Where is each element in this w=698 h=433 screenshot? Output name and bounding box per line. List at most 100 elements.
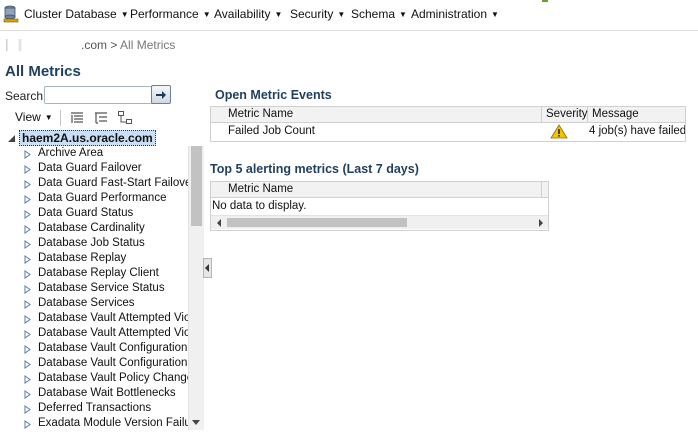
tree-item[interactable]: Database Vault Policy Changes	[3, 371, 188, 386]
table-horizontal-scrollbar[interactable]	[211, 215, 548, 229]
tree-item-label: Deferred Transactions	[38, 402, 152, 414]
tree-item[interactable]: Database Vault Configuration	[3, 356, 188, 371]
menu-schema[interactable]: Schema ▼	[351, 7, 407, 21]
caret-down-icon: ▼	[337, 10, 346, 19]
tree-item[interactable]: Database Replay Client	[3, 266, 188, 281]
tree-item[interactable]: Database Vault Attempted Vio	[3, 311, 188, 326]
collapsed-twisty-icon[interactable]	[24, 300, 31, 309]
collapsed-twisty-icon[interactable]	[24, 165, 31, 174]
collapsed-twisty-icon[interactable]	[24, 150, 31, 159]
tree-item[interactable]: Database Replay	[3, 251, 188, 266]
col-metric-name[interactable]: Metric Name	[224, 182, 542, 197]
hierarchy-icon[interactable]	[117, 110, 133, 126]
col-message[interactable]: Message	[588, 107, 685, 122]
tree-item-label: Exadata Module Version Failur	[38, 417, 188, 429]
breadcrumb-separator: >	[110, 38, 118, 52]
collapsed-twisty-icon[interactable]	[24, 240, 31, 249]
tree-item-label: Data Guard Performance	[38, 192, 167, 204]
tree-item-label: Data Guard Failover	[38, 162, 142, 174]
tree-item[interactable]: Archive Area	[3, 146, 188, 161]
scrollbar-thumb[interactable]	[191, 146, 202, 226]
expanded-twisty-icon[interactable]	[7, 134, 16, 143]
expand-all-icon[interactable]	[69, 110, 85, 126]
tree-item-label: Data Guard Fast-Start Failover	[38, 177, 188, 189]
breadcrumb-host-link[interactable]: .com	[81, 38, 107, 52]
collapsed-twisty-icon[interactable]	[24, 345, 31, 354]
tree-items: Archive Area Data Guard Failover Data Guar…	[3, 146, 188, 430]
menu-performance[interactable]: Performance ▼	[130, 7, 211, 21]
scroll-right-arrow-icon[interactable]	[539, 219, 543, 227]
caret-down-icon: ▼	[120, 10, 129, 19]
tree-item[interactable]: Database Cardinality	[3, 221, 188, 236]
tree-item[interactable]: Database Wait Bottlenecks	[3, 386, 188, 401]
arrow-right-icon	[156, 90, 166, 99]
collapsed-twisty-icon[interactable]	[24, 210, 31, 219]
tree-vertical-scrollbar[interactable]	[188, 146, 204, 430]
empty-table-message: No data to display.	[212, 200, 307, 212]
collapsed-twisty-icon[interactable]	[24, 270, 31, 279]
menu-cluster-database[interactable]: Cluster Database ▼	[24, 7, 129, 21]
tree-item[interactable]: Deferred Transactions	[3, 401, 188, 416]
redacted-host-name[interactable]	[3, 39, 81, 51]
tree-item[interactable]: Database Service Status	[3, 281, 188, 296]
collapsed-twisty-icon[interactable]	[24, 420, 31, 429]
tree-item[interactable]: Database Job Status	[3, 236, 188, 251]
caret-down-icon: ▼	[202, 10, 211, 19]
table-header: Metric Name Severity Message	[211, 107, 685, 123]
tree-item-label: Database Services	[38, 297, 135, 309]
menu-bar: Cluster Database ▼ Performance ▼ Availabil…	[0, 0, 698, 31]
collapsed-twisty-icon[interactable]	[24, 180, 31, 189]
tree-item-label: Database Vault Configuration	[38, 357, 188, 369]
warning-icon	[550, 123, 580, 140]
tree-root-label: haem2A.us.oracle.com	[19, 130, 156, 146]
search-go-button[interactable]	[151, 85, 171, 104]
collapsed-twisty-icon[interactable]	[24, 255, 31, 264]
tree-item-label: Database Cardinality	[38, 222, 145, 234]
view-menu-button[interactable]: View ▼	[15, 110, 53, 124]
menu-administration[interactable]: Administration ▼	[411, 7, 499, 21]
tree-item[interactable]: Database Vault Configuration	[3, 341, 188, 356]
collapse-all-icon[interactable]	[93, 110, 109, 126]
cluster-database-icon[interactable]	[3, 5, 19, 23]
caret-down-icon: ▼	[491, 10, 499, 19]
col-metric-name[interactable]: Metric Name	[224, 107, 542, 122]
tree-item[interactable]: Data Guard Fast-Start Failover	[3, 176, 188, 191]
panel-collapse-splitter[interactable]	[203, 258, 212, 278]
menu-availability[interactable]: Availability ▼	[214, 7, 282, 21]
toolbar-separator	[60, 110, 61, 126]
tree-item-label: Database Replay	[38, 252, 127, 264]
tree-item[interactable]: Database Vault Attempted Vio	[3, 326, 188, 341]
caret-down-icon: ▼	[399, 10, 407, 19]
collapsed-twisty-icon[interactable]	[24, 390, 31, 399]
tree-item[interactable]: Data Guard Failover	[3, 161, 188, 176]
top-alerts-table: Metric Name No data to display.	[210, 181, 549, 231]
collapsed-twisty-icon[interactable]	[24, 195, 31, 204]
tree-item-label: Archive Area	[38, 147, 104, 159]
caret-down-icon: ▼	[44, 113, 53, 122]
menu-label: Schema	[351, 7, 396, 21]
collapsed-twisty-icon[interactable]	[24, 375, 31, 384]
tree-item[interactable]: Exadata Module Version Failur	[3, 416, 188, 430]
tree-item-label: Database Vault Attempted Vio	[38, 327, 188, 339]
tree-item[interactable]: Data Guard Performance	[3, 191, 188, 206]
collapsed-twisty-icon[interactable]	[24, 285, 31, 294]
collapsed-twisty-icon[interactable]	[24, 360, 31, 369]
scroll-down-arrow-icon[interactable]	[192, 420, 200, 425]
scrollbar-thumb[interactable]	[227, 218, 407, 227]
menu-label: Security	[290, 7, 334, 21]
tree-item-label: Database Vault Configuration	[38, 342, 188, 354]
search-input[interactable]	[44, 86, 154, 104]
tree-item-label: Database Vault Attempted Vio	[38, 312, 188, 324]
scroll-left-arrow-icon[interactable]	[217, 219, 221, 227]
collapsed-twisty-icon[interactable]	[24, 225, 31, 234]
collapsed-twisty-icon[interactable]	[24, 405, 31, 414]
menu-security[interactable]: Security ▼	[290, 7, 345, 21]
collapsed-twisty-icon[interactable]	[24, 315, 31, 324]
col-severity[interactable]: Severity	[542, 107, 588, 122]
row-metric-name[interactable]: Failed Job Count	[228, 123, 528, 140]
metrics-tree: haem2A.us.oracle.com Archive Area Data Gu…	[3, 130, 203, 430]
collapsed-twisty-icon[interactable]	[24, 330, 31, 339]
open-events-table: Metric Name Severity Message Failed Job …	[210, 106, 686, 142]
tree-item[interactable]: Database Services	[3, 296, 188, 311]
tree-item[interactable]: Data Guard Status	[3, 206, 188, 221]
